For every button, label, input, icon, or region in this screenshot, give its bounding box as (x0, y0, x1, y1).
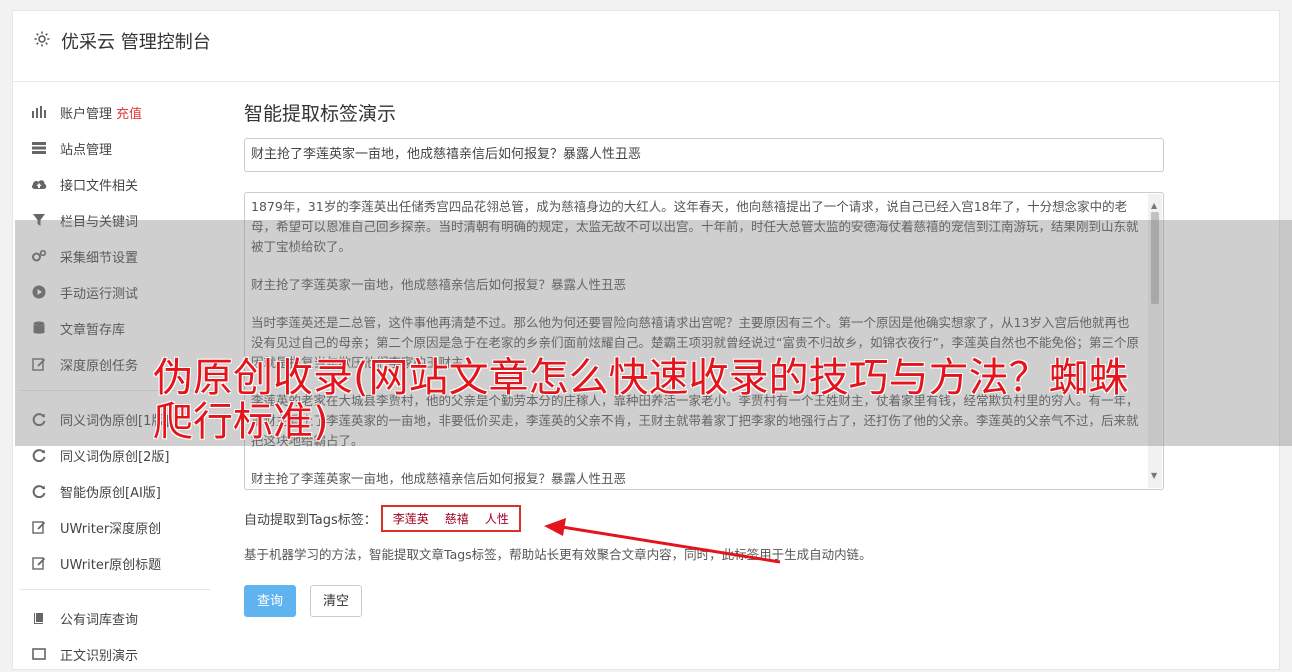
action-buttons: 查询 清空 (244, 585, 1164, 617)
sidebar-item-label: 正文识别演示 (60, 648, 139, 664)
bar-chart-icon (30, 103, 48, 121)
edit-icon (30, 518, 48, 536)
refresh-icon (30, 446, 48, 464)
server-icon (30, 139, 48, 157)
window-icon (30, 645, 48, 663)
tags-label: 自动提取到Tags标签： (244, 512, 377, 528)
book-icon (30, 609, 48, 627)
sidebar-item-account[interactable]: 账户管理 充值 (20, 94, 210, 130)
red-arrow-annotation (544, 518, 781, 564)
article-title-input[interactable]: 财主抢了李莲英家一亩地，他成慈禧亲信后如何报复？暴露人性丑恶 (244, 138, 1164, 172)
gear-icon (34, 31, 50, 47)
recharge-link[interactable]: 充值 (116, 103, 142, 122)
sidebar-item-label: 公有词库查询 (60, 612, 139, 628)
scroll-down-icon[interactable]: ▼ (1151, 466, 1157, 486)
sidebar-item-public-dictionary[interactable]: 公有词库查询 (20, 600, 210, 636)
query-button[interactable]: 查询 (244, 585, 297, 617)
sidebar-item-smart-ai[interactable]: 智能伪原创[AI版] (20, 473, 210, 509)
watermark-overlay-text: 伪原创收录(网站文章怎么快速收录的技巧与方法？蜘蛛爬行标准) (153, 355, 1129, 445)
sidebar-item-label: UWriter原创标题 (60, 557, 162, 573)
sidebar-item-label: 账户管理 (60, 106, 113, 122)
sidebar-item-label: 站点管理 (60, 142, 113, 158)
panel-header: 优采云 管理控制台 (13, 11, 1279, 82)
sidebar-item-label: UWriter深度原创 (60, 521, 162, 537)
sidebar-item-label: 智能伪原创[AI版] (60, 485, 161, 501)
sidebar-divider (20, 589, 210, 590)
tags-box: 李莲英 慈禧 人性 (380, 504, 521, 532)
section-heading: 智能提取标签演示 (244, 103, 397, 125)
page-title: 优采云 管理控制台 (61, 32, 211, 53)
edit-icon (30, 554, 48, 572)
content-paragraph: 财主抢了李莲英家一亩地，他成慈禧亲信后如何报复？暴露人性丑恶 (251, 471, 627, 486)
tag-item: 慈禧 (444, 511, 469, 526)
sidebar-item-interface[interactable]: 接口文件相关 (20, 166, 210, 202)
sidebar-item-sites[interactable]: 站点管理 (20, 130, 210, 166)
sidebar-item-uwriter-original[interactable]: UWriter深度原创 (20, 509, 210, 545)
tag-item: 人性 (484, 511, 509, 526)
sidebar-item-text-recognition[interactable]: 正文识别演示 (20, 636, 210, 672)
refresh-icon (30, 482, 48, 500)
tag-item: 李莲英 (392, 511, 429, 526)
clear-button[interactable]: 清空 (310, 585, 363, 617)
sidebar-item-uwriter-title[interactable]: UWriter原创标题 (20, 545, 210, 581)
sidebar-item-label: 同义词伪原创[2版] (60, 449, 170, 465)
sidebar-item-label: 接口文件相关 (60, 178, 139, 194)
cloud-upload-icon (30, 175, 48, 193)
